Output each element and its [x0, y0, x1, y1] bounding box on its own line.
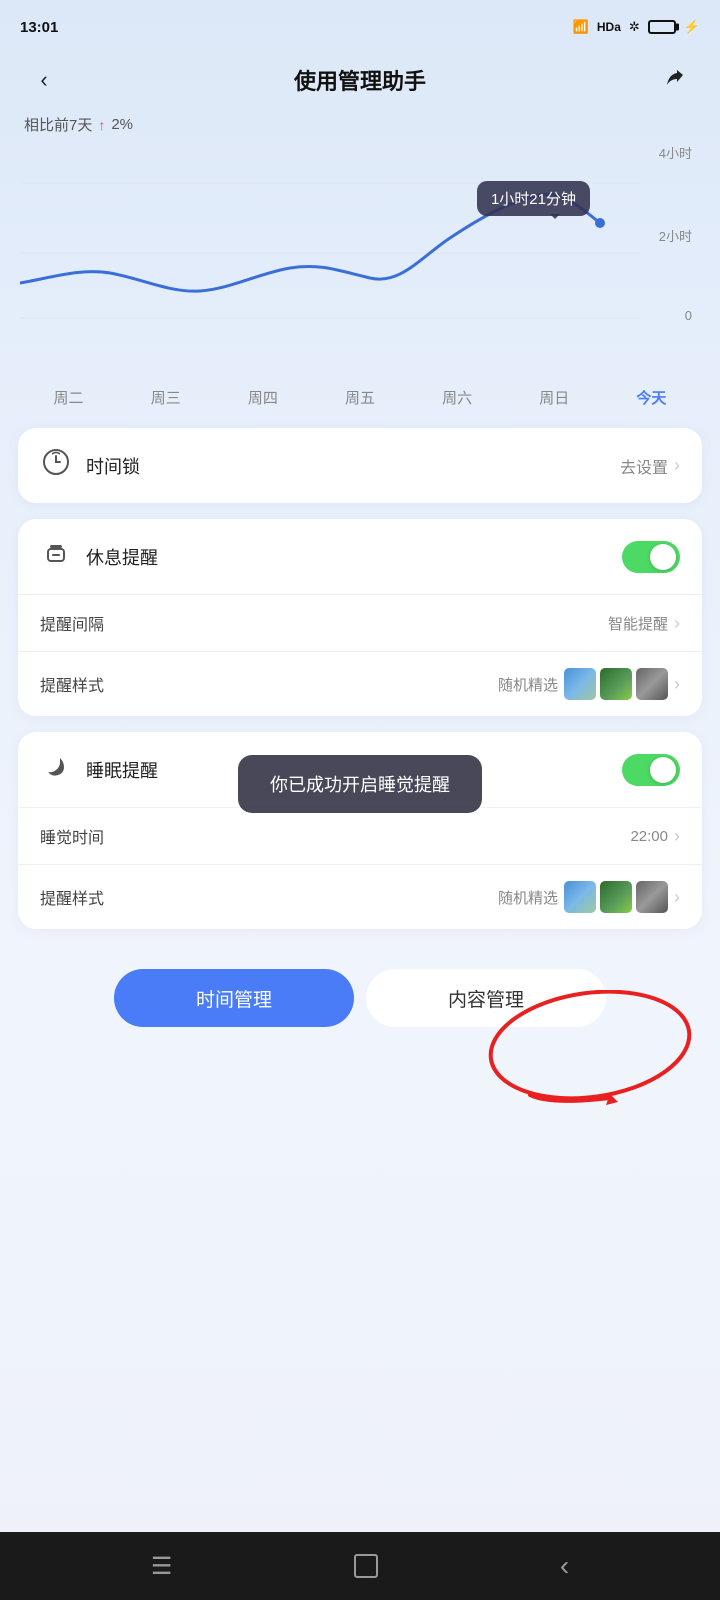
sleep-time-value: 22:00 — [630, 828, 668, 845]
day-label-5[interactable]: 周日 — [529, 387, 579, 408]
sleep-time-chevron: › — [674, 826, 680, 847]
status-time: 13:01 — [20, 19, 58, 36]
battery-icon — [648, 20, 676, 34]
toast-notification: 你已成功开启睡觉提醒 — [238, 755, 482, 813]
rest-style-label: 提醒样式 — [40, 672, 104, 696]
rest-style-value: 随机精选 — [498, 674, 558, 695]
share-button[interactable] — [656, 60, 696, 100]
share-icon — [663, 67, 689, 93]
tab-content-management[interactable]: 内容管理 — [366, 969, 606, 1027]
bottom-tabs: 时间管理 内容管理 — [0, 945, 720, 1043]
day-label-0[interactable]: 周二 — [44, 387, 94, 408]
rest-style-row[interactable]: 提醒样式 随机精选 › — [18, 652, 702, 716]
chart-area: 4小时 2小时 0 1小时21分钟 — [10, 143, 710, 383]
sleep-time-right[interactable]: 22:00 › — [630, 826, 680, 847]
rest-card: 休息提醒 提醒间隔 智能提醒 › 提醒样式 随机精选 › — [18, 519, 702, 716]
rest-style-right[interactable]: 随机精选 › — [498, 668, 680, 700]
comparison-arrow: ↑ — [98, 117, 105, 133]
sleep-time-label: 睡觉时间 — [40, 824, 104, 848]
sleep-thumb-3 — [636, 881, 668, 913]
day-label-1[interactable]: 周三 — [141, 387, 191, 408]
rest-thumb-2 — [600, 668, 632, 700]
rest-interval-label: 提醒间隔 — [40, 611, 104, 635]
sleep-time-row[interactable]: 睡觉时间 22:00 › — [18, 808, 702, 865]
sleep-label: 睡眠提醒 — [86, 757, 158, 783]
charge-icon: ⚡ — [684, 19, 700, 35]
sleep-thumbnails — [564, 881, 668, 913]
sleep-style-label: 提醒样式 — [40, 885, 104, 909]
rest-interval-value: 智能提醒 — [608, 613, 668, 634]
rest-interval-row[interactable]: 提醒间隔 智能提醒 › — [18, 595, 702, 652]
time-lock-right[interactable]: 去设置 › — [620, 454, 680, 478]
rest-toggle[interactable] — [622, 541, 680, 573]
bluetooth-icon: ✲ — [629, 19, 640, 35]
sleep-left: 睡眠提醒 — [40, 752, 158, 787]
status-bar: 13:01 📶 HDa ✲ ⚡ — [0, 0, 720, 50]
sleep-style-value: 随机精选 — [498, 887, 558, 908]
day-label-4[interactable]: 周六 — [432, 387, 482, 408]
rest-icon — [40, 539, 72, 574]
time-lock-label: 时间锁 — [86, 453, 140, 479]
day-labels: 周二 周三 周四 周五 周六 周日 今天 — [0, 387, 720, 408]
rest-interval-chevron: › — [674, 613, 680, 634]
sleep-style-row[interactable]: 提醒样式 随机精选 › — [18, 865, 702, 929]
header: ‹ 使用管理助手 — [0, 50, 720, 114]
rest-left: 休息提醒 — [40, 539, 158, 574]
tab-time-management[interactable]: 时间管理 — [114, 969, 354, 1027]
rest-thumb-1 — [564, 668, 596, 700]
nav-menu-icon[interactable]: ☰ — [151, 1552, 173, 1581]
time-lock-action: 去设置 — [620, 454, 668, 478]
rest-thumbnails — [564, 668, 668, 700]
back-button[interactable]: ‹ — [24, 60, 64, 100]
hd-label: HDa — [597, 20, 621, 34]
nav-back-icon[interactable]: ‹ — [560, 1550, 569, 1582]
day-label-today[interactable]: 今天 — [626, 387, 676, 408]
time-lock-card: 时间锁 去设置 › — [18, 428, 702, 503]
sleep-icon — [40, 752, 72, 787]
time-lock-row[interactable]: 时间锁 去设置 › — [18, 428, 702, 503]
rest-thumb-3 — [636, 668, 668, 700]
chart-svg — [20, 153, 680, 333]
day-label-3[interactable]: 周五 — [335, 387, 385, 408]
chart-svg-container: 1小时21分钟 — [10, 153, 710, 353]
chart-tooltip: 1小时21分钟 — [477, 181, 590, 216]
sleep-thumb-2 — [600, 881, 632, 913]
rest-interval-right[interactable]: 智能提醒 › — [608, 613, 680, 634]
comparison-row: 相比前7天 ↑ 2% — [0, 114, 720, 143]
time-lock-chevron: › — [674, 455, 680, 476]
time-lock-icon — [40, 448, 72, 483]
status-icons: 📶 HDa ✲ ⚡ — [573, 19, 700, 35]
nav-bar: ☰ ‹ — [0, 1532, 720, 1600]
comparison-percent: 2% — [111, 116, 133, 133]
signal-icon: 📶 — [573, 19, 589, 35]
rest-header-row: 休息提醒 — [18, 519, 702, 595]
rest-label: 休息提醒 — [86, 544, 158, 570]
time-lock-left: 时间锁 — [40, 448, 140, 483]
sleep-style-right[interactable]: 随机精选 › — [498, 881, 680, 913]
sleep-thumb-1 — [564, 881, 596, 913]
comparison-text: 相比前7天 — [24, 114, 92, 135]
rest-style-chevron: › — [674, 674, 680, 695]
sleep-toggle[interactable] — [622, 754, 680, 786]
back-arrow-icon: ‹ — [40, 67, 47, 93]
nav-home-icon[interactable] — [354, 1554, 378, 1578]
day-label-2[interactable]: 周四 — [238, 387, 288, 408]
page-title: 使用管理助手 — [64, 64, 656, 96]
sleep-style-chevron: › — [674, 887, 680, 908]
